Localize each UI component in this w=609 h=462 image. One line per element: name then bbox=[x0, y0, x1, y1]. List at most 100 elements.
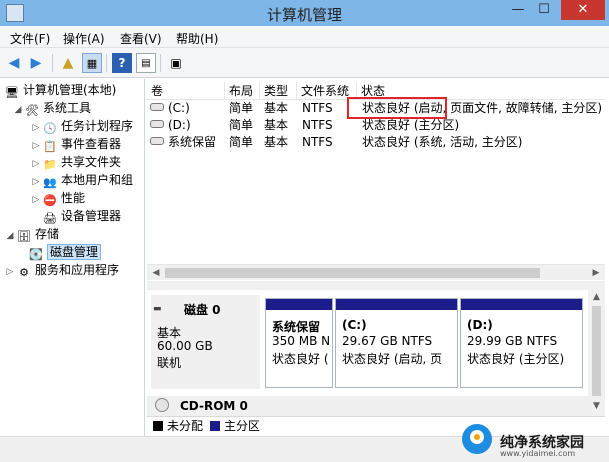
menu-file[interactable]: 文件(F) bbox=[10, 30, 50, 47]
menu-help[interactable]: 帮助(H) bbox=[176, 30, 218, 47]
minimize-button[interactable]: — bbox=[505, 0, 531, 20]
pane-splitter[interactable] bbox=[147, 281, 605, 290]
partition-size: 350 MB N bbox=[272, 334, 331, 348]
tree-item-shared-folders[interactable]: ▷ 📁 共享文件夹 bbox=[30, 153, 121, 171]
tree-item-label: 事件查看器 bbox=[61, 137, 122, 151]
primary-partition-band bbox=[266, 299, 332, 310]
volume-cell: (D:) bbox=[150, 117, 191, 134]
tree-item-task-scheduler[interactable]: ▷ 🕓 任务计划程序 bbox=[30, 117, 133, 135]
table-row[interactable]: (D:) 简单 基本 NTFS 状态良好 (主分区) bbox=[147, 117, 605, 134]
expand-arrow-icon[interactable]: ▷ bbox=[30, 191, 42, 209]
partition-status: 状态良好 (主分区) bbox=[467, 352, 565, 366]
tree-root[interactable]: 🖥 计算机管理(本地) bbox=[4, 81, 116, 99]
services-icon: ⚙ bbox=[19, 266, 29, 279]
partition-status: 状态良好 (启动, 页 bbox=[342, 352, 443, 366]
menu-action[interactable]: 操作(A) bbox=[63, 30, 105, 47]
show-hide-pane-icon[interactable]: ▦ bbox=[82, 53, 102, 73]
disk-info-box[interactable]: ▬ 磁盘 0 基本 60.00 GB 联机 bbox=[151, 295, 260, 389]
volume-cell: 系统保留 bbox=[150, 134, 216, 151]
expand-arrow-icon[interactable]: ▷ bbox=[4, 263, 16, 281]
partition-status: 状态良好 ( bbox=[272, 352, 329, 366]
tree-item-disk-management[interactable]: 💽 磁盘管理 bbox=[28, 243, 102, 261]
properties-icon[interactable]: ▤ bbox=[136, 53, 156, 73]
toolbar-separator bbox=[106, 54, 107, 72]
legend-primary: 主分区 bbox=[224, 419, 261, 433]
primary-partition-band bbox=[461, 299, 582, 310]
back-arrow-icon[interactable]: ◀ bbox=[4, 53, 24, 73]
partition-c[interactable]: (C:) 29.67 GB NTFS 状态良好 (启动, 页 bbox=[335, 298, 458, 388]
layout-cell: 简单 bbox=[229, 118, 254, 132]
collapse-arrow-icon[interactable]: ◢ bbox=[12, 101, 24, 119]
shared-folder-icon: 📁 bbox=[43, 158, 57, 171]
tree-item-label: 服务和应用程序 bbox=[35, 263, 120, 277]
tree-item-label: 磁盘管理 bbox=[47, 244, 102, 260]
tree-item-label: 设备管理器 bbox=[61, 209, 122, 223]
tree-item-label: 性能 bbox=[61, 191, 86, 205]
scroll-left-icon[interactable]: ◀ bbox=[149, 266, 163, 280]
tree-item-device-manager[interactable]: 🖨 设备管理器 bbox=[42, 207, 121, 225]
disk-icon: ▬ bbox=[153, 304, 162, 314]
event-log-icon: 📋 bbox=[43, 140, 57, 153]
tree-item-performance[interactable]: ▷ ⛔ 性能 bbox=[30, 189, 85, 207]
tree-item-services-apps[interactable]: ▷ ⚙ 服务和应用程序 bbox=[4, 261, 119, 279]
layout-cell: 简单 bbox=[229, 135, 254, 149]
navigation-tree: 🖥 计算机管理(本地) ◢ 🛠 系统工具 ▷ 🕓 任务计划程序 ▷ 📋 事件查看器 ▷ 📁 共享文… bbox=[0, 79, 145, 462]
watermark-logo-icon bbox=[462, 424, 492, 454]
partition-system-reserved[interactable]: 系统保留 350 MB N 状态良好 ( bbox=[265, 298, 333, 388]
title-bar: 计算机管理 — ☐ ✕ bbox=[0, 0, 609, 26]
tree-item-label: 本地用户和组 bbox=[61, 173, 134, 187]
scrollbar-thumb[interactable] bbox=[165, 268, 540, 278]
table-row[interactable]: 系统保留 简单 基本 NTFS 状态良好 (系统, 活动, 主分区) bbox=[147, 134, 605, 151]
volume-name: (C:) bbox=[168, 101, 190, 115]
status-highlight-box bbox=[347, 97, 447, 119]
menu-bar: 文件(F) 操作(A) 查看(V) 帮助(H) bbox=[0, 26, 609, 48]
filesystem-cell: NTFS bbox=[302, 135, 333, 149]
watermark-url: www.yidaimei.com bbox=[500, 449, 576, 458]
document-icon[interactable]: ▣ bbox=[166, 53, 186, 73]
watermark: 纯净系统家园 www.yidaimei.com bbox=[440, 408, 608, 462]
up-folder-icon[interactable]: ▲ bbox=[58, 53, 78, 73]
close-button[interactable]: ✕ bbox=[561, 0, 605, 20]
cdrom-name: CD-ROM 0 bbox=[180, 399, 248, 413]
performance-icon: ⛔ bbox=[43, 194, 57, 207]
disk-management-icon: 💽 bbox=[29, 248, 43, 261]
scroll-right-icon[interactable]: ▶ bbox=[589, 266, 603, 280]
toolbar-separator bbox=[160, 54, 161, 72]
maximize-button[interactable]: ☐ bbox=[531, 0, 557, 20]
forward-arrow-icon[interactable]: ▶ bbox=[26, 53, 46, 73]
help-icon[interactable]: ? bbox=[112, 53, 132, 73]
partition-size: 29.99 GB NTFS bbox=[467, 334, 558, 348]
partition-name: (C:) bbox=[342, 318, 367, 332]
column-header-volume[interactable]: 卷 bbox=[147, 82, 225, 100]
storage-icon: 🗄 bbox=[17, 230, 31, 243]
volume-name: 系统保留 bbox=[168, 135, 217, 149]
filesystem-cell: NTFS bbox=[302, 118, 333, 132]
column-header-layout[interactable]: 布局 bbox=[225, 82, 260, 100]
tree-item-label: 任务计划程序 bbox=[61, 119, 134, 133]
legend-swatch-unallocated bbox=[153, 421, 163, 431]
scroll-up-icon[interactable]: ▲ bbox=[590, 292, 603, 305]
column-header-type[interactable]: 类型 bbox=[260, 82, 297, 100]
partition-d[interactable]: (D:) 29.99 GB NTFS 状态良好 (主分区) bbox=[460, 298, 583, 388]
tree-item-label: 共享文件夹 bbox=[61, 155, 122, 169]
cdrom-icon bbox=[155, 398, 169, 412]
toolbar: ◀ ▶ ▲ ▦ ? ▤ ▣ bbox=[0, 48, 609, 78]
filesystem-cell: NTFS bbox=[302, 101, 333, 115]
primary-partition-band bbox=[336, 299, 457, 310]
tree-item-event-viewer[interactable]: ▷ 📋 事件查看器 bbox=[30, 135, 121, 153]
tree-root-label: 计算机管理(本地) bbox=[23, 83, 117, 97]
tree-item-local-users[interactable]: ▷ 👥 本地用户和组 bbox=[30, 171, 133, 189]
volume-cell: (C:) bbox=[150, 100, 190, 117]
horizontal-scrollbar[interactable]: ◀ ▶ bbox=[147, 264, 605, 280]
tree-item-label: 系统工具 bbox=[43, 101, 92, 115]
collapse-arrow-icon[interactable]: ◢ bbox=[4, 227, 16, 245]
vertical-scrollbar[interactable]: ▲ ▼ bbox=[588, 290, 605, 416]
clock-icon: 🕓 bbox=[43, 122, 57, 135]
tree-item-label: 存储 bbox=[35, 227, 60, 241]
tree-item-system-tools[interactable]: ◢ 🛠 系统工具 bbox=[12, 99, 91, 117]
toolbar-separator bbox=[52, 54, 53, 72]
status-cell: 状态良好 (系统, 活动, 主分区) bbox=[362, 135, 523, 149]
scrollbar-thumb[interactable] bbox=[592, 306, 601, 396]
menu-view[interactable]: 查看(V) bbox=[120, 30, 162, 47]
tree-item-storage[interactable]: ◢ 🗄 存储 bbox=[4, 225, 59, 243]
